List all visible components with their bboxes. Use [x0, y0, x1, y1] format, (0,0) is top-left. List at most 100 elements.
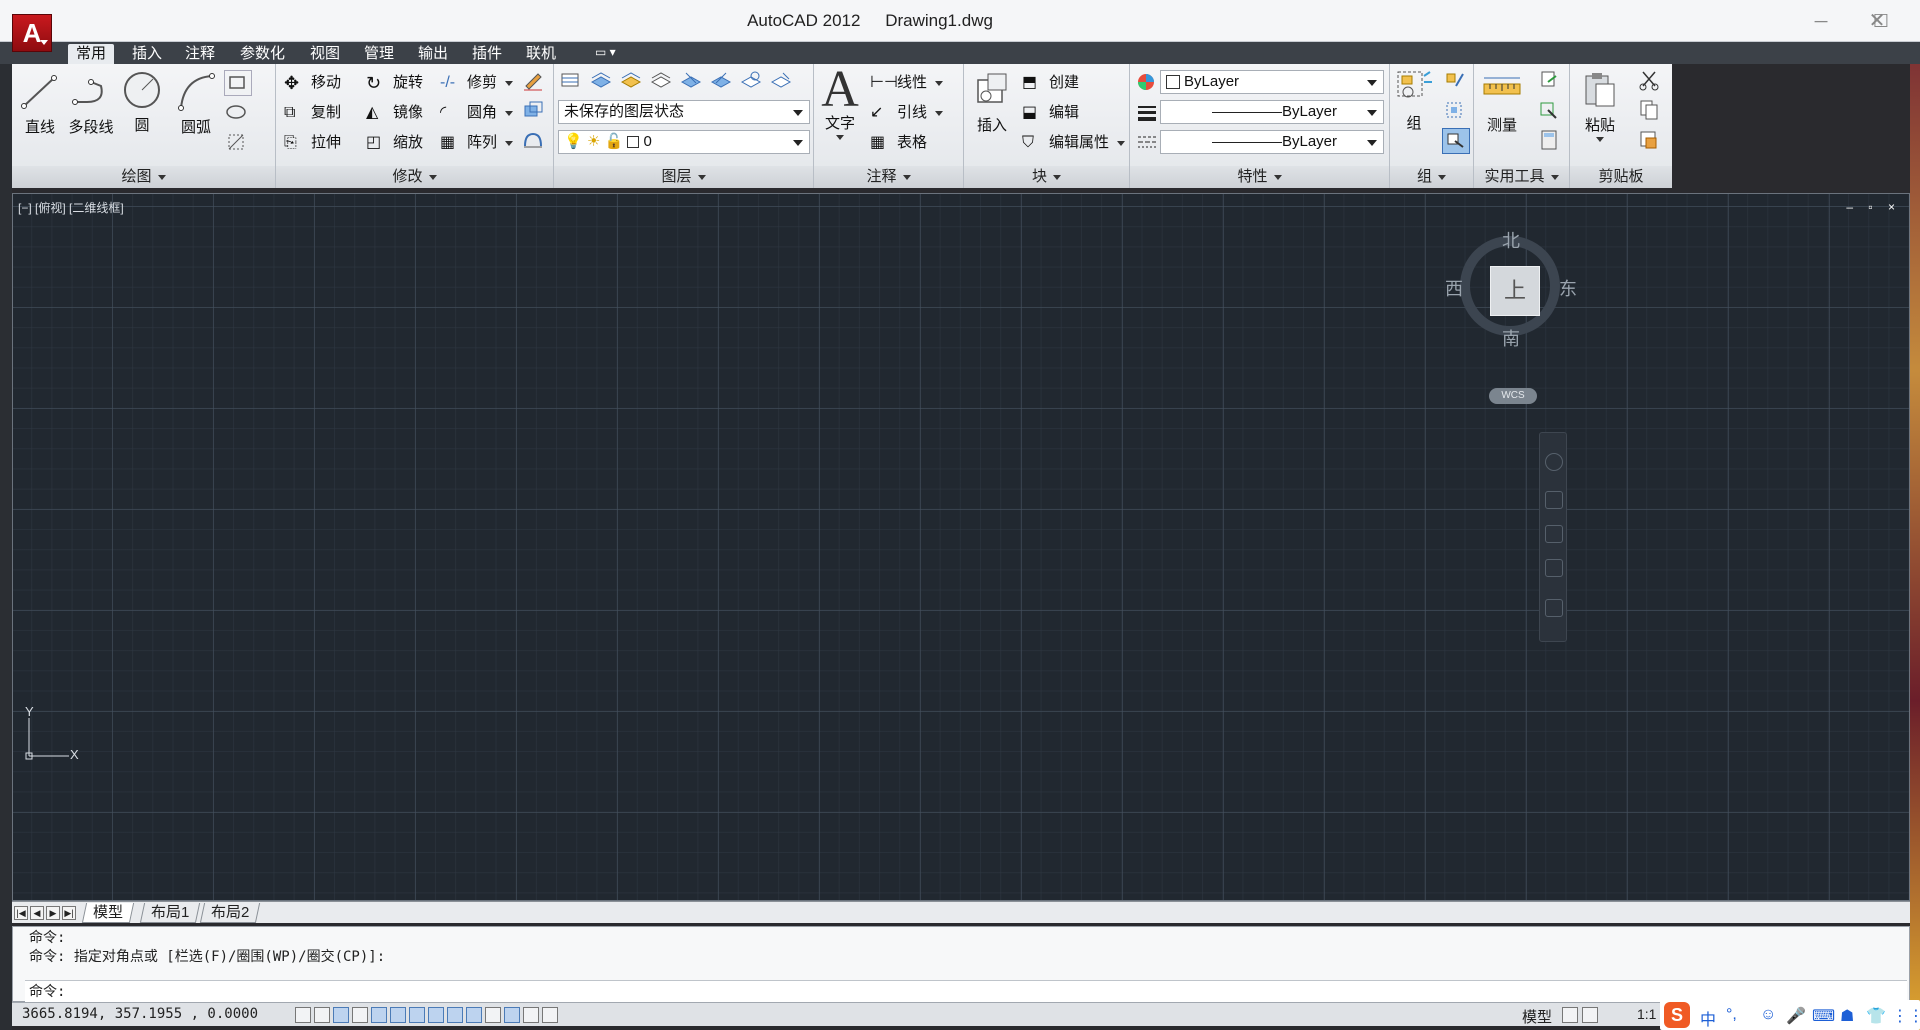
viewport-label[interactable]: [−] [俯视] [二维线框]: [18, 199, 124, 216]
tab-layout1[interactable]: 布局1: [139, 903, 201, 923]
compass-east[interactable]: 东: [1559, 275, 1577, 301]
tab-manage[interactable]: 管理: [356, 44, 402, 64]
quick-view-layouts-icon[interactable]: [1562, 1007, 1578, 1023]
leader-button[interactable]: ↙ 引线: [870, 100, 944, 126]
viewcube[interactable]: 上 北 南 东 西: [1445, 231, 1577, 349]
ime-punctuation-toggle[interactable]: °,: [1726, 1006, 1737, 1024]
linear-dimension-button[interactable]: ⊢⊣线性: [870, 70, 944, 96]
orbit-icon[interactable]: [1545, 559, 1563, 577]
snap-toggle[interactable]: [314, 1007, 330, 1023]
tab-parametric[interactable]: 参数化: [232, 44, 293, 64]
zoom-icon[interactable]: [1545, 525, 1563, 543]
layer-off-icon[interactable]: [768, 68, 796, 94]
cut-icon[interactable]: [1636, 68, 1664, 94]
ime-language-toggle[interactable]: 中: [1700, 1006, 1716, 1030]
ungroup-icon[interactable]: [1442, 68, 1470, 94]
linetype-dropdown[interactable]: ByLayer: [1160, 130, 1384, 154]
rectangle-icon[interactable]: [224, 70, 252, 96]
color-dropdown[interactable]: ByLayer: [1160, 70, 1384, 94]
group-edit-icon[interactable]: [1442, 98, 1470, 124]
last-layout-button[interactable]: ▶|: [62, 906, 76, 920]
mirror-button[interactable]: ◭ 镜像: [366, 100, 423, 126]
group-button[interactable]: 组: [1394, 68, 1434, 133]
ime-user-icon[interactable]: ☗: [1840, 1006, 1854, 1026]
hatch-icon[interactable]: [224, 130, 252, 156]
compass-south[interactable]: 南: [1502, 325, 1520, 351]
panel-utilities-title[interactable]: 实用工具: [1474, 166, 1569, 188]
text-button[interactable]: A 文字: [820, 64, 860, 140]
arc-button[interactable]: 圆弧: [174, 72, 218, 137]
minimize-button[interactable]: ─: [1808, 8, 1834, 34]
calculator-icon[interactable]: [1536, 128, 1564, 154]
pan-icon[interactable]: [1545, 491, 1563, 509]
first-layout-button[interactable]: |◀: [14, 906, 28, 920]
viewport-controls[interactable]: – ▫ ×: [1846, 200, 1901, 214]
tab-insert[interactable]: 插入: [124, 44, 170, 64]
polyline-button[interactable]: 多段线: [66, 72, 116, 137]
panel-block-title[interactable]: 块: [964, 166, 1129, 188]
tab-view[interactable]: 视图: [302, 44, 348, 64]
next-layout-button[interactable]: ▶: [46, 906, 60, 920]
close-button[interactable]: ✕: [1864, 8, 1890, 34]
current-layer-dropdown[interactable]: 💡 ☀ 🔓 0: [558, 130, 810, 154]
offset-icon[interactable]: [520, 128, 548, 154]
trim-button[interactable]: -/- 修剪: [440, 70, 514, 96]
insert-block-button[interactable]: 插入: [970, 70, 1014, 135]
line-button[interactable]: 直线: [20, 72, 60, 137]
quick-view-drawings-icon[interactable]: [1582, 1007, 1598, 1023]
command-input[interactable]: 命令:: [25, 980, 1907, 1002]
copy-button[interactable]: ⧉ 复制: [284, 100, 341, 126]
panel-properties-title[interactable]: 特性: [1130, 166, 1389, 188]
tab-layout2[interactable]: 布局2: [199, 903, 261, 923]
infer-constraints-toggle[interactable]: [295, 1007, 311, 1023]
steering-wheel-icon[interactable]: [1545, 453, 1563, 471]
panel-modify-title[interactable]: 修改: [276, 166, 553, 188]
layer-state-dropdown[interactable]: 未保存的图层状态: [558, 100, 810, 124]
tab-model[interactable]: 模型: [81, 903, 135, 923]
layer-current-icon[interactable]: [588, 68, 616, 94]
model-space-button[interactable]: 模型: [1522, 1006, 1552, 1027]
table-button[interactable]: ▦ 表格: [870, 130, 927, 156]
sogou-ime-icon[interactable]: S: [1664, 1002, 1690, 1028]
ime-voice-icon[interactable]: 🎤: [1786, 1006, 1806, 1026]
stretch-button[interactable]: ⎘ 拉伸: [284, 130, 341, 156]
compass-north[interactable]: 北: [1502, 227, 1520, 253]
rotate-button[interactable]: ↻ 旋转: [366, 70, 423, 96]
navigation-bar[interactable]: [1539, 432, 1567, 642]
otrack-toggle[interactable]: [428, 1007, 444, 1023]
linetype-icon[interactable]: [1134, 130, 1162, 156]
layer-unisolate-icon[interactable]: [708, 68, 736, 94]
group-selection-icon[interactable]: [1442, 128, 1470, 154]
scale-button[interactable]: ◰ 缩放: [366, 130, 423, 156]
quick-properties-toggle[interactable]: [523, 1007, 539, 1023]
panel-toggle-button[interactable]: ▭ ▾: [595, 45, 629, 61]
match-properties-icon[interactable]: [1134, 70, 1162, 96]
circle-button[interactable]: 圆: [120, 70, 164, 135]
3d-osnap-toggle[interactable]: [409, 1007, 425, 1023]
layer-properties-icon[interactable]: [558, 68, 586, 94]
paste-button[interactable]: 粘贴: [1576, 70, 1624, 142]
osnap-toggle[interactable]: [390, 1007, 406, 1023]
erase-icon[interactable]: [520, 68, 548, 94]
polar-toggle[interactable]: [371, 1007, 387, 1023]
panel-draw-title[interactable]: 绘图: [12, 166, 275, 188]
move-button[interactable]: ✥ 移动: [284, 70, 341, 96]
edit-block-button[interactable]: ⬓ 编辑: [1022, 100, 1079, 126]
explode-icon[interactable]: [520, 98, 548, 124]
ime-emoji-icon[interactable]: ☺: [1760, 1006, 1776, 1024]
tab-online[interactable]: 联机: [518, 44, 564, 64]
fillet-button[interactable]: ◜ 圆角: [440, 100, 514, 126]
create-block-button[interactable]: ⬒ 创建: [1022, 70, 1079, 96]
tab-plugins[interactable]: 插件: [464, 44, 510, 64]
tab-output[interactable]: 输出: [410, 44, 456, 64]
layer-match-icon[interactable]: [618, 68, 646, 94]
panel-groups-title[interactable]: 组: [1390, 166, 1473, 188]
ortho-toggle[interactable]: [352, 1007, 368, 1023]
panel-layers-title[interactable]: 图层: [554, 166, 813, 188]
panel-clipboard-title[interactable]: 剪贴板: [1570, 166, 1672, 188]
array-button[interactable]: ▦ 阵列: [440, 130, 514, 156]
viewcube-top-face[interactable]: 上: [1490, 266, 1540, 316]
ime-keyboard-icon[interactable]: ⌨: [1812, 1006, 1835, 1026]
layer-previous-icon[interactable]: [648, 68, 676, 94]
coordinate-readout[interactable]: 3665.8194, 357.1955 , 0.0000: [22, 1006, 258, 1022]
